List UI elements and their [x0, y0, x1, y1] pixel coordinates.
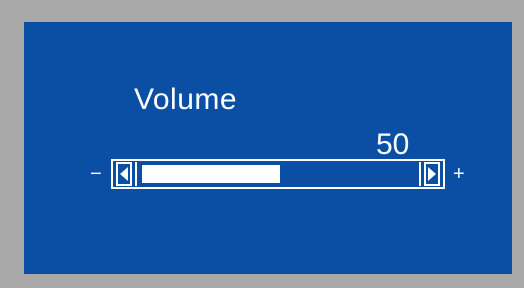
triangle-left-icon — [120, 167, 128, 181]
plus-label: + — [453, 163, 465, 185]
decrease-volume-button[interactable] — [116, 162, 132, 186]
slider-track[interactable] — [142, 165, 418, 183]
increase-volume-button[interactable] — [424, 162, 440, 186]
slider-track-start — [135, 162, 137, 186]
volume-value: 50 — [376, 128, 410, 161]
volume-slider[interactable] — [111, 159, 445, 189]
slider-fill — [142, 165, 280, 183]
slider-track-end — [419, 162, 421, 186]
triangle-right-icon — [428, 167, 436, 181]
minus-label: − — [90, 163, 102, 185]
osd-title: Volume — [134, 83, 238, 116]
volume-osd-panel: Volume 50 − + — [24, 22, 512, 274]
